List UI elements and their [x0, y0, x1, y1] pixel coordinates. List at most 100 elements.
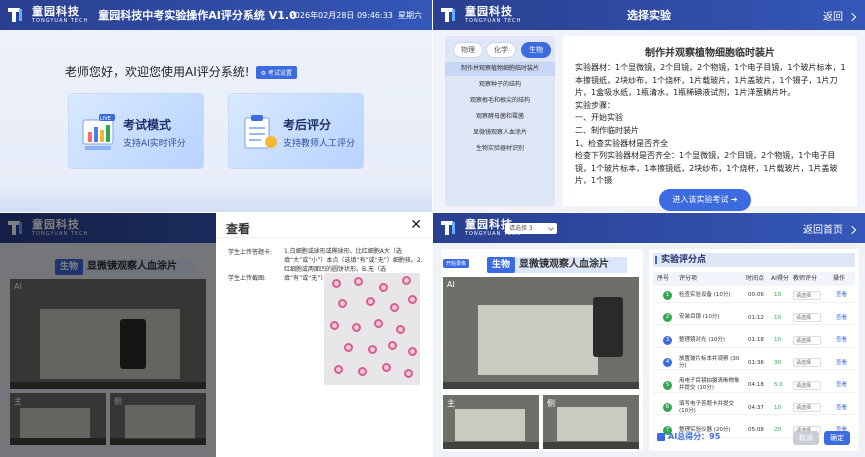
start-record-button[interactable]: 开始录像 [443, 259, 470, 268]
blood-cell [402, 276, 411, 285]
blood-cell [374, 319, 383, 328]
row-time: 01:18 [748, 337, 764, 343]
table-row: 4 放置玻片标本并观察 (30分) 01:36 30 请选择 查看 [653, 355, 855, 371]
experiment-item[interactable]: 制作并观察植物细胞临时装片 [445, 62, 555, 76]
view-link[interactable]: 查看 [836, 333, 847, 348]
table-row: 3 整理镜对光 (10分) 01:18 10 请选择 查看 [653, 333, 855, 348]
post-exam-card[interactable]: 考后评分 支持教师人工评分 [228, 93, 364, 169]
select-experiment-screen: 童园科技 TONGYUAN TECH 选择实验 返回 物理 化学 生物 制作并观察… [433, 0, 865, 212]
card-title: 考试模式 [123, 118, 172, 132]
view-link[interactable]: 查看 [836, 311, 847, 326]
chevron-right-icon [847, 225, 857, 234]
row-ai-score: 10 [774, 337, 781, 343]
review-modal: 查看 ✕ 学生上传答题卡: 1.白细胞或球形或椭球形、比红细胞A大（选填“大”或… [216, 213, 432, 457]
home-screen: 童园科技 TONGYUAN TECH 童园科技中考实验操作AI评分系统 V1.0 … [0, 0, 432, 212]
experiment-item[interactable]: 观察种子的结构 [445, 78, 555, 92]
video-area: 生物 显微镜观察人血涂片 开始录像 AI 主 侧 [441, 249, 643, 451]
back-home-button[interactable]: 返回首页 [803, 221, 857, 236]
detail-body: 实验器材：1个显微镜，2个目镜，2个物镜，1个电子目镜，1个玻片标本，1本擦镜纸… [575, 63, 846, 186]
subject-biology[interactable]: 生物 [521, 42, 551, 58]
table-row: 6 填写电子答题卡并提交 (10分) 04:37 10 请选择 查看 [653, 401, 855, 416]
view-link[interactable]: 查看 [836, 401, 847, 416]
datetime: 2026年02月28日 09:46:33 星期六 [289, 10, 422, 20]
teacher-score-select[interactable]: 请选择 [793, 290, 821, 300]
table-row: 5 用电子目镜拍摄清晰物象并提交 (10分) 04:18 5.0 请选择 查看 [653, 378, 855, 393]
experiment-list: 物理 化学 生物 制作并观察植物细胞临时装片 观察种子的结构 观察根毛和根尖的结… [445, 36, 555, 206]
welcome-text: 老师您好，欢迎您使用AI评分系统! ⚙ 考试设置 [65, 63, 297, 80]
logo: 童园科技TONGYUAN TECH [8, 6, 88, 24]
view-link[interactable]: 查看 [836, 356, 847, 371]
blood-cell [382, 363, 391, 372]
row-number: 3 [663, 335, 672, 345]
teacher-score-select[interactable]: 请选择 [793, 380, 821, 390]
subject-chemistry[interactable]: 化学 [486, 42, 516, 58]
live-badge: LIVE [100, 116, 111, 122]
chevron-right-icon [847, 12, 857, 21]
subject-physics[interactable]: 物理 [453, 42, 483, 58]
teacher-score-select[interactable]: 请选择 [793, 358, 821, 367]
camera-label: 主 [447, 399, 455, 408]
row-item: 安装目镜 (10分) [679, 314, 720, 321]
teacher-score-select[interactable]: 请选择 [793, 335, 821, 345]
row-item: 检查实验设备 (10分) [679, 291, 731, 298]
experiment-detail: 制作并观察植物细胞临时装片 实验器材：1个显微镜，2个目镜，2个物镜，1个电子目… [563, 36, 857, 211]
header: 童园科技 TONGYUAN TECH 选择实验 返回 [433, 0, 865, 30]
blood-cell [334, 365, 343, 374]
student-select[interactable]: 请选择 3 [505, 223, 557, 234]
table-row: 2 安装目镜 (10分) 01:12 10 请选择 查看 [653, 311, 855, 326]
close-icon[interactable]: ✕ [410, 217, 422, 233]
confirm-button[interactable]: 确定 [824, 431, 850, 445]
row-item: 放置玻片标本并观察 (30分) [679, 355, 740, 369]
back-button[interactable]: 返回 [823, 8, 857, 23]
camera-label: 侧 [547, 399, 555, 408]
modal-overlay [0, 213, 216, 457]
logo-en: TONGYUAN TECH [32, 18, 89, 24]
panel-title: 实验评分点 [653, 253, 855, 267]
ai-camera-video[interactable]: AI [443, 277, 639, 389]
row-ai-score: 10 [774, 292, 781, 298]
experiment-item[interactable]: 显微镜观察人血涂片 [445, 126, 555, 140]
ai-total-score: AI总得分：95 [657, 431, 720, 442]
cancel-button[interactable]: 取消 [793, 431, 819, 445]
card-title: 考后评分 [283, 118, 332, 132]
row-number: 1 [663, 290, 672, 300]
view-link[interactable]: 查看 [836, 378, 847, 393]
scoring-panel: 实验评分点 序号 评分项 时间点 AI得分 教师评分 操作 1 检查实验设备 (… [649, 249, 859, 451]
answer-label: 学生上传答题卡: [228, 249, 273, 256]
blood-cell [390, 303, 399, 312]
blood-cell [408, 347, 417, 356]
row-item: 整理镜对光 (10分) [679, 336, 726, 343]
row-number: 4 [663, 358, 672, 367]
exam-settings-button[interactable]: ⚙ 考试设置 [255, 66, 297, 79]
exam-mode-card[interactable]: LIVE 考试模式 支持AI实时评分 [68, 93, 204, 169]
teacher-score-select[interactable]: 请选择 [793, 313, 821, 322]
microscope-image [324, 273, 420, 385]
row-time: 01:12 [748, 314, 764, 321]
header: 童园科技 TONGYUAN TECH 童园科技中考实验操作AI评分系统 V1.0 … [0, 0, 432, 30]
side-camera-video[interactable]: 侧 [543, 395, 639, 449]
logo-icon [8, 6, 30, 24]
experiment-item[interactable]: 观察根毛和根尖的结构 [445, 94, 555, 108]
experiment-item[interactable]: 生物实验器材识别 [445, 142, 555, 156]
main-camera-video[interactable]: 主 [443, 395, 539, 449]
row-ai-score: 10 [774, 314, 781, 321]
row-number: 5 [663, 380, 672, 390]
enter-exam-button[interactable]: 进入该实验考试 ➔ [659, 189, 751, 211]
card-subtitle: 支持AI实时评分 [123, 139, 186, 149]
experiment-item[interactable]: 观察酵母菌和霉菌 [445, 110, 555, 124]
teacher-score-select[interactable]: 请选择 [793, 403, 821, 412]
row-time: 04:18 [748, 382, 764, 388]
blood-cell [368, 345, 377, 354]
blood-cell [332, 279, 341, 288]
scoring-screen: 童园科技 TONGYUAN TECH 请选择 3 返回首页 生物 显微镜观察人血涂片… [433, 213, 865, 457]
blood-cell [379, 283, 388, 292]
modal-title: 查看 [226, 222, 251, 236]
view-link[interactable]: 查看 [836, 288, 847, 303]
header: 童园科技 TONGYUAN TECH 请选择 3 返回首页 [433, 213, 865, 243]
blood-cell [404, 369, 413, 378]
review-screen: 童园科技TONGYUAN TECH 生物显微镜观察人血涂片 AI 主 侧 查看 … [0, 213, 432, 457]
row-time: 05:08 [748, 427, 764, 433]
blood-cell [330, 321, 339, 330]
row-number: 2 [663, 313, 672, 322]
blood-cell [338, 299, 347, 308]
